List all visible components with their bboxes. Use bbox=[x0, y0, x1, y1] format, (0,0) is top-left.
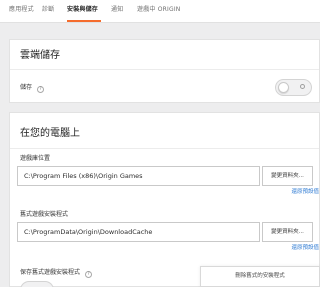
legacy-installer-field[interactable]: C:\ProgramData\Origin\DownloadCache bbox=[17, 222, 260, 242]
tab-installs-saves[interactable]: 安裝與儲存 bbox=[67, 6, 98, 14]
settings-tabs: 應用程式 診斷 安裝與儲存 通知 遊戲中 ORIGIN bbox=[0, 0, 320, 23]
legacy-installer-browse-button[interactable]: 變更資料夾... bbox=[262, 222, 313, 242]
question-circle-icon[interactable]: ? bbox=[84, 271, 92, 278]
library-location-label: 遊戲庫位置 bbox=[20, 155, 51, 162]
keep-installers-label: 保存舊式遊戲安裝程式 bbox=[20, 269, 81, 276]
local-storage-card: 在您的電腦上 遊戲庫位置 C:\Program Files (x86)\Orig… bbox=[9, 112, 320, 287]
tab-diagnostics[interactable]: 診斷 bbox=[42, 6, 54, 14]
local-divider bbox=[10, 148, 319, 149]
legacy-installer-restore-default-link[interactable]: 還原預設值 bbox=[239, 244, 319, 252]
tab-origin-in-game[interactable]: 遊戲中 ORIGIN bbox=[137, 6, 180, 14]
tab-application[interactable]: 應用程式 bbox=[9, 6, 34, 14]
cloud-storage-title: 雲端儲存 bbox=[20, 50, 60, 61]
active-tab-indicator bbox=[67, 20, 101, 22]
library-browse-button[interactable]: 變更資料夾... bbox=[262, 166, 313, 186]
library-location-field[interactable]: C:\Program Files (x86)\Origin Games bbox=[17, 166, 260, 186]
local-storage-title: 在您的電腦上 bbox=[20, 128, 80, 139]
toggle-off-icon bbox=[300, 84, 305, 89]
storage-setting: 儲存 ? bbox=[20, 84, 44, 93]
cloud-storage-card: 雲端儲存 儲存 ? bbox=[9, 39, 320, 103]
delete-installers-tooltip: 刪除舊式的安裝程式 bbox=[200, 266, 320, 287]
library-restore-default-link[interactable]: 還原預設值 bbox=[239, 188, 319, 196]
tab-notifications[interactable]: 通知 bbox=[111, 6, 123, 14]
legacy-installer-label: 舊式遊戲安裝程式 bbox=[20, 211, 69, 218]
question-circle-icon[interactable]: ? bbox=[36, 86, 44, 93]
keep-installers-toggle[interactable] bbox=[20, 281, 54, 287]
storage-label: 儲存 bbox=[20, 84, 33, 91]
settings-page: 應用程式 診斷 安裝與儲存 通知 遊戲中 ORIGIN 雲端儲存 儲存 ? 在您… bbox=[0, 0, 320, 287]
cloud-storage-toggle[interactable] bbox=[275, 79, 312, 96]
keep-installers-setting: 保存舊式遊戲安裝程式 ? bbox=[20, 269, 92, 278]
toggle-knob bbox=[278, 82, 289, 93]
cloud-divider bbox=[10, 69, 319, 70]
